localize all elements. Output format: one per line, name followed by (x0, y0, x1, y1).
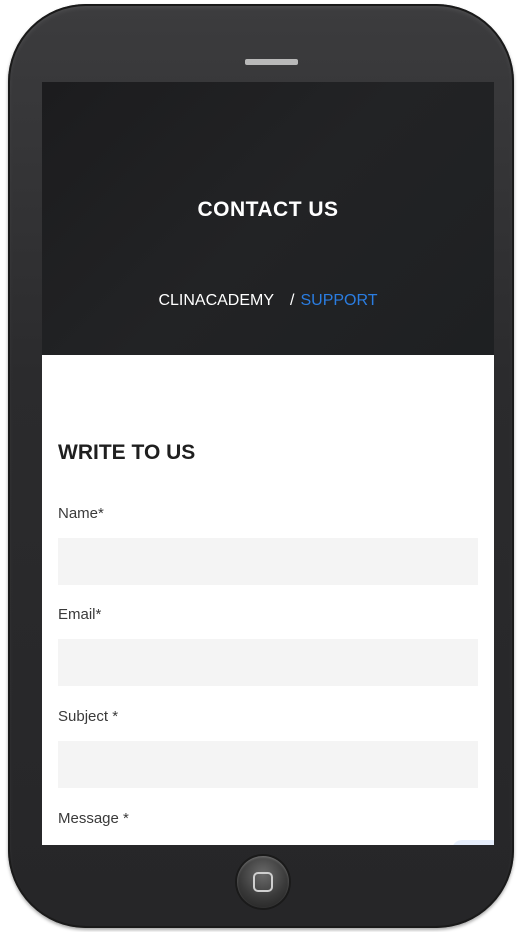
name-input[interactable] (58, 538, 478, 585)
hero-banner: CONTACT US CLINACADEMY / SUPPORT (42, 82, 494, 355)
speaker-grille (245, 59, 298, 65)
email-label: Email* (58, 606, 102, 623)
subject-input[interactable] (58, 741, 478, 788)
email-input[interactable] (58, 639, 478, 686)
page-title: CONTACT US (197, 198, 339, 221)
breadcrumb-root-link[interactable]: CLINACADEMY (158, 292, 274, 309)
breadcrumb: CLINACADEMY / SUPPORT (42, 292, 494, 310)
subject-label: Subject * (58, 708, 119, 725)
home-button-icon (253, 872, 273, 892)
breadcrumb-separator: / (290, 292, 295, 309)
chat-widget-button[interactable] (452, 840, 494, 845)
phone-screen: CONTACT US CLINACADEMY / SUPPORT WRITE TO … (42, 82, 494, 845)
message-label: Message * (58, 810, 129, 827)
name-label: Name* (58, 505, 104, 522)
breadcrumb-current: SUPPORT (300, 292, 378, 309)
form-title: WRITE TO US (58, 441, 196, 464)
home-button[interactable] (237, 856, 289, 908)
